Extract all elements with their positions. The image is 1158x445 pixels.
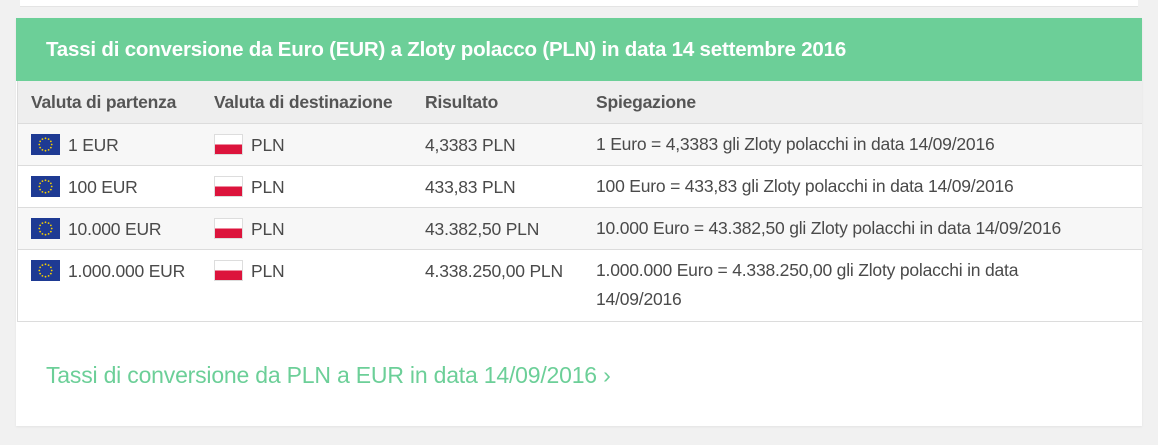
eu-flag-icon bbox=[31, 176, 60, 197]
result-value: 4,3383 PLN bbox=[425, 135, 516, 155]
poland-flag-icon bbox=[214, 176, 243, 197]
reverse-conversion-link[interactable]: Tassi di conversione da PLN a EUR in dat… bbox=[46, 362, 611, 389]
cell-to: PLN bbox=[201, 207, 412, 250]
result-value: 43.382,50 PLN bbox=[425, 219, 540, 239]
column-header-from: Valuta di partenza bbox=[31, 91, 177, 112]
poland-flag-icon bbox=[214, 134, 243, 155]
cell-result: 4,3383 PLN bbox=[412, 123, 583, 166]
cell-explanation: 100 Euro = 433,83 gli Zloty polacchi in … bbox=[583, 165, 1142, 208]
eu-flag-icon bbox=[31, 260, 60, 281]
conversion-card: Tassi di conversione da Euro (EUR) a Zlo… bbox=[16, 18, 1142, 426]
result-value: 433,83 PLN bbox=[425, 177, 516, 197]
from-amount: 10.000 EUR bbox=[68, 219, 162, 239]
column-header-explanation: Spiegazione bbox=[596, 91, 696, 112]
from-amount: 1 EUR bbox=[68, 135, 119, 155]
eu-flag-icon bbox=[31, 134, 60, 155]
table-row: 10.000 EUR PLN 43.382,50 PLN 10.000 Euro… bbox=[18, 207, 1142, 250]
table-wrapper: Valuta di partenza Valuta di destinazion… bbox=[17, 81, 1142, 322]
explanation-text: 100 Euro = 433,83 gli Zloty polacchi in … bbox=[596, 176, 1014, 196]
cell-to: PLN bbox=[201, 165, 412, 208]
eu-flag-icon bbox=[31, 218, 60, 239]
explanation-text: 10.000 Euro = 43.382,50 gli Zloty polacc… bbox=[596, 218, 1062, 238]
column-header-to: Valuta di destinazione bbox=[214, 91, 393, 112]
top-strip bbox=[20, 0, 1138, 7]
cell-from: 1.000.000 EUR bbox=[18, 249, 201, 322]
table-row: 100 EUR PLN 433,83 PLN 100 Euro = 433,83… bbox=[18, 165, 1142, 208]
to-currency: PLN bbox=[251, 135, 285, 155]
card-header: Tassi di conversione da Euro (EUR) a Zlo… bbox=[16, 18, 1142, 81]
cell-explanation: 1.000.000 Euro = 4.338.250,00 gli Zloty … bbox=[583, 249, 1142, 322]
cell-explanation: 10.000 Euro = 43.382,50 gli Zloty polacc… bbox=[583, 207, 1142, 250]
cell-result: 433,83 PLN bbox=[412, 165, 583, 208]
to-currency: PLN bbox=[251, 219, 285, 239]
card-title: Tassi di conversione da Euro (EUR) a Zlo… bbox=[46, 38, 847, 61]
conversion-table: Valuta di partenza Valuta di destinazion… bbox=[18, 81, 1142, 322]
from-amount: 100 EUR bbox=[68, 177, 138, 197]
poland-flag-icon bbox=[214, 260, 243, 281]
cell-to: PLN bbox=[201, 249, 412, 322]
from-amount: 1.000.000 EUR bbox=[68, 261, 186, 281]
poland-flag-icon bbox=[214, 218, 243, 239]
cell-result: 4.338.250,00 PLN bbox=[412, 249, 583, 322]
cell-result: 43.382,50 PLN bbox=[412, 207, 583, 250]
cell-to: PLN bbox=[201, 123, 412, 166]
cell-from: 100 EUR bbox=[18, 165, 201, 208]
column-header-result: Risultato bbox=[425, 91, 499, 112]
result-value: 4.338.250,00 PLN bbox=[425, 261, 563, 281]
table-header-row: Valuta di partenza Valuta di destinazion… bbox=[18, 81, 1142, 124]
explanation-text: 1.000.000 Euro = 4.338.250,00 gli Zloty … bbox=[596, 260, 1019, 309]
to-currency: PLN bbox=[251, 177, 285, 197]
to-currency: PLN bbox=[251, 261, 285, 281]
cell-from: 1 EUR bbox=[18, 123, 201, 166]
explanation-text: 1 Euro = 4,3383 gli Zloty polacchi in da… bbox=[596, 134, 995, 154]
cell-explanation: 1 Euro = 4,3383 gli Zloty polacchi in da… bbox=[583, 123, 1142, 166]
table-row: 1 EUR PLN 4,3383 PLN 1 Euro = 4,3383 gli… bbox=[18, 123, 1142, 166]
cell-from: 10.000 EUR bbox=[18, 207, 201, 250]
table-row: 1.000.000 EUR PLN 4.338.250,00 PLN 1.000… bbox=[18, 249, 1142, 322]
